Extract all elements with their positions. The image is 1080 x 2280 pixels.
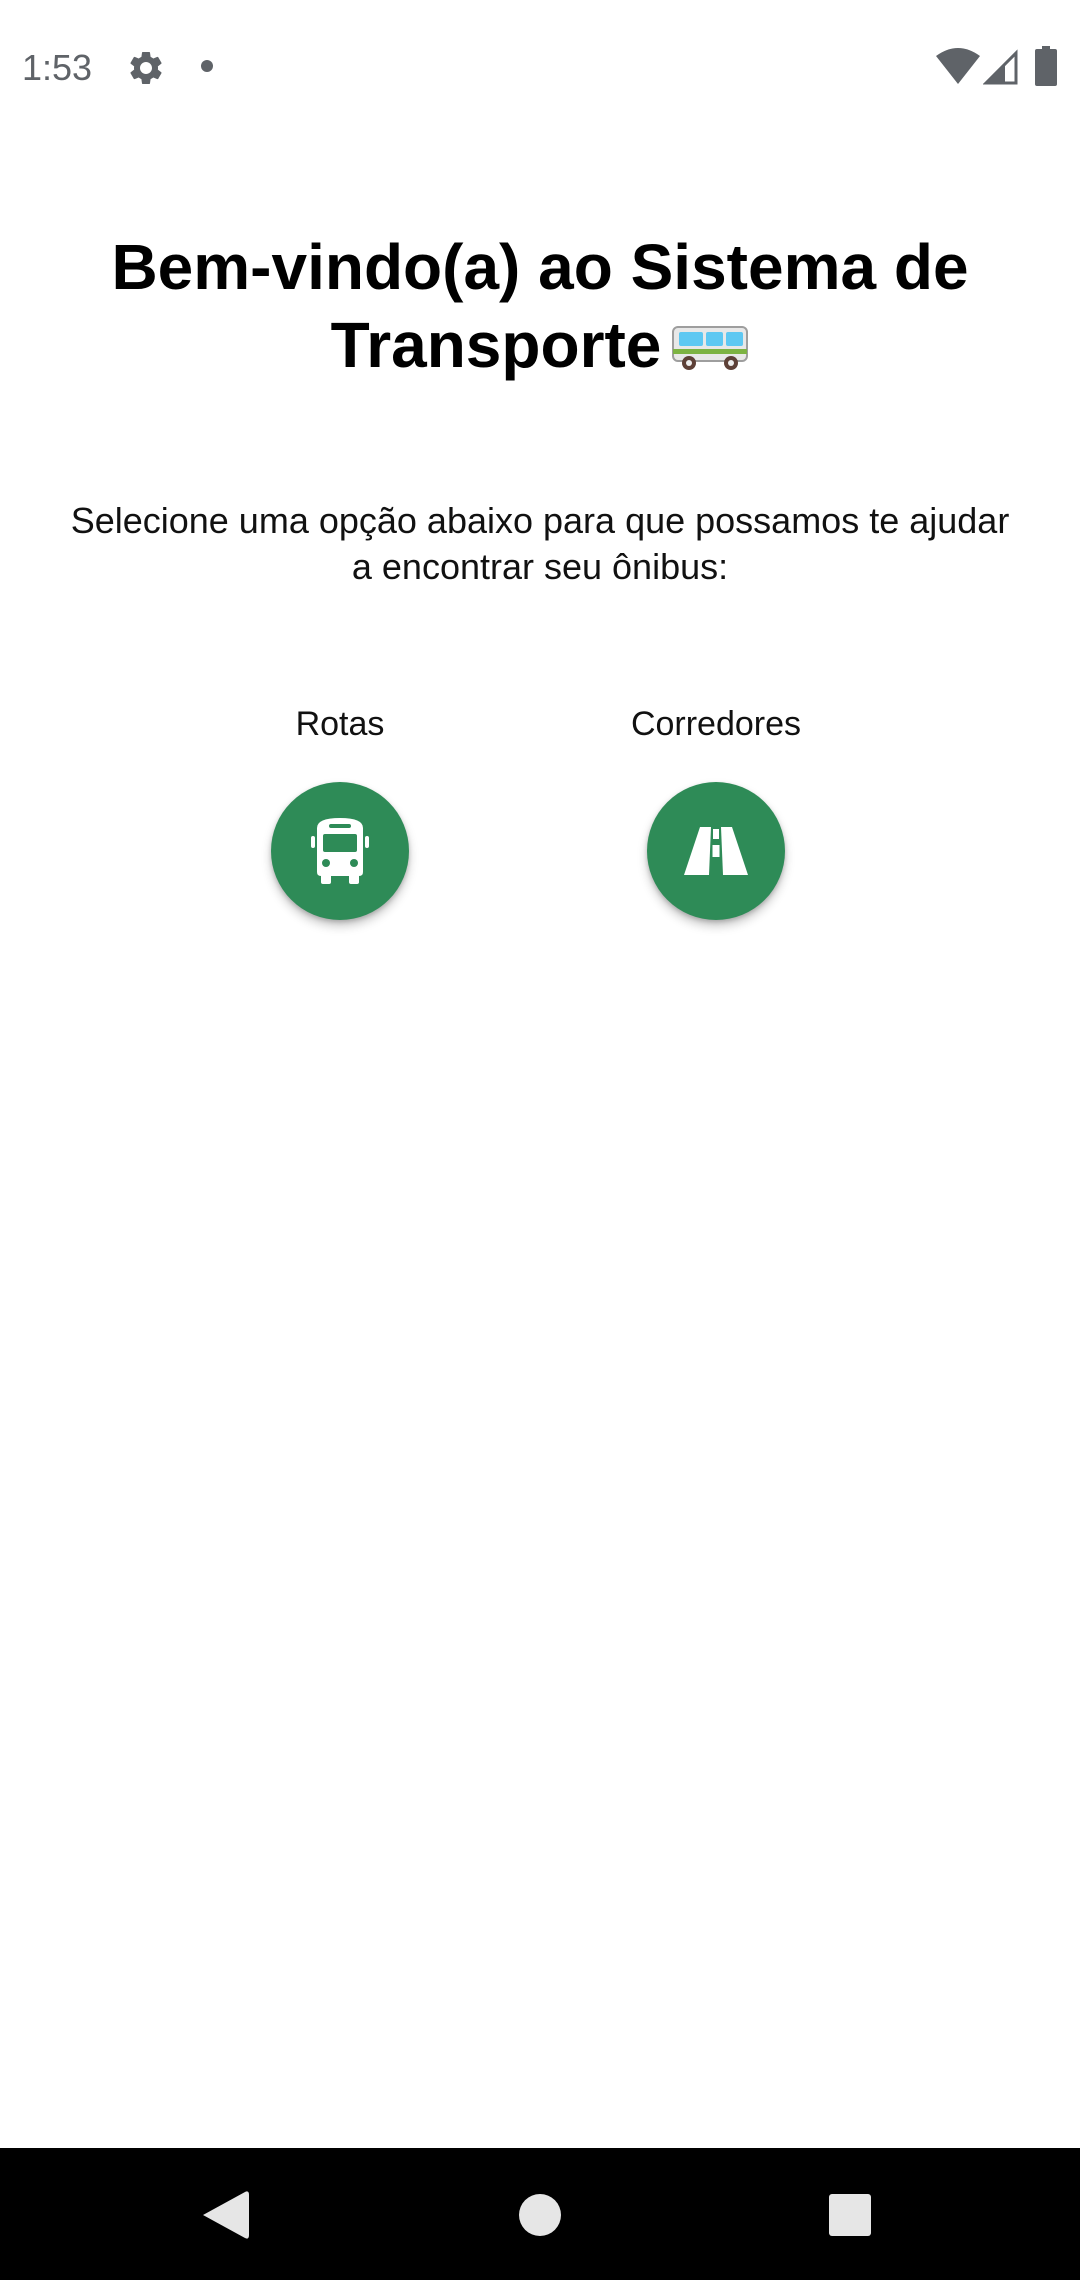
status-time: 1:53 <box>22 47 93 88</box>
status-bar: 1:53 <box>0 0 1080 132</box>
notification-dot-icon <box>201 60 213 72</box>
option-rotas: Rotas <box>220 702 460 922</box>
gear-icon <box>130 51 162 84</box>
app-screen: 1:53 Bem-vindo(a) ao Sistema de Transpor… <box>0 0 1080 2280</box>
rotas-button[interactable] <box>271 782 409 920</box>
option-corredores-label: Corredores <box>630 705 802 743</box>
option-corredores: Corredores <box>596 702 836 922</box>
page-title: Bem-vindo(a) ao Sistema de Transporte <box>60 228 1020 384</box>
back-icon[interactable] <box>203 2190 249 2240</box>
road-icon <box>684 827 748 875</box>
home-icon[interactable] <box>519 2194 561 2236</box>
option-rotas-label: Rotas <box>295 705 385 743</box>
page-title-text: Bem-vindo(a) ao Sistema de Transporte <box>111 231 969 381</box>
wifi-icon <box>936 48 980 84</box>
battery-icon <box>1035 46 1057 86</box>
bus-emoji-icon <box>672 326 749 370</box>
cell-signal-icon <box>983 49 1018 85</box>
recents-icon[interactable] <box>829 2194 871 2236</box>
navigation-bar <box>0 2148 1080 2280</box>
intro-text: Selecione uma opção abaixo para que poss… <box>70 500 1010 587</box>
bus-icon <box>311 818 369 884</box>
corredores-button[interactable] <box>647 782 785 920</box>
